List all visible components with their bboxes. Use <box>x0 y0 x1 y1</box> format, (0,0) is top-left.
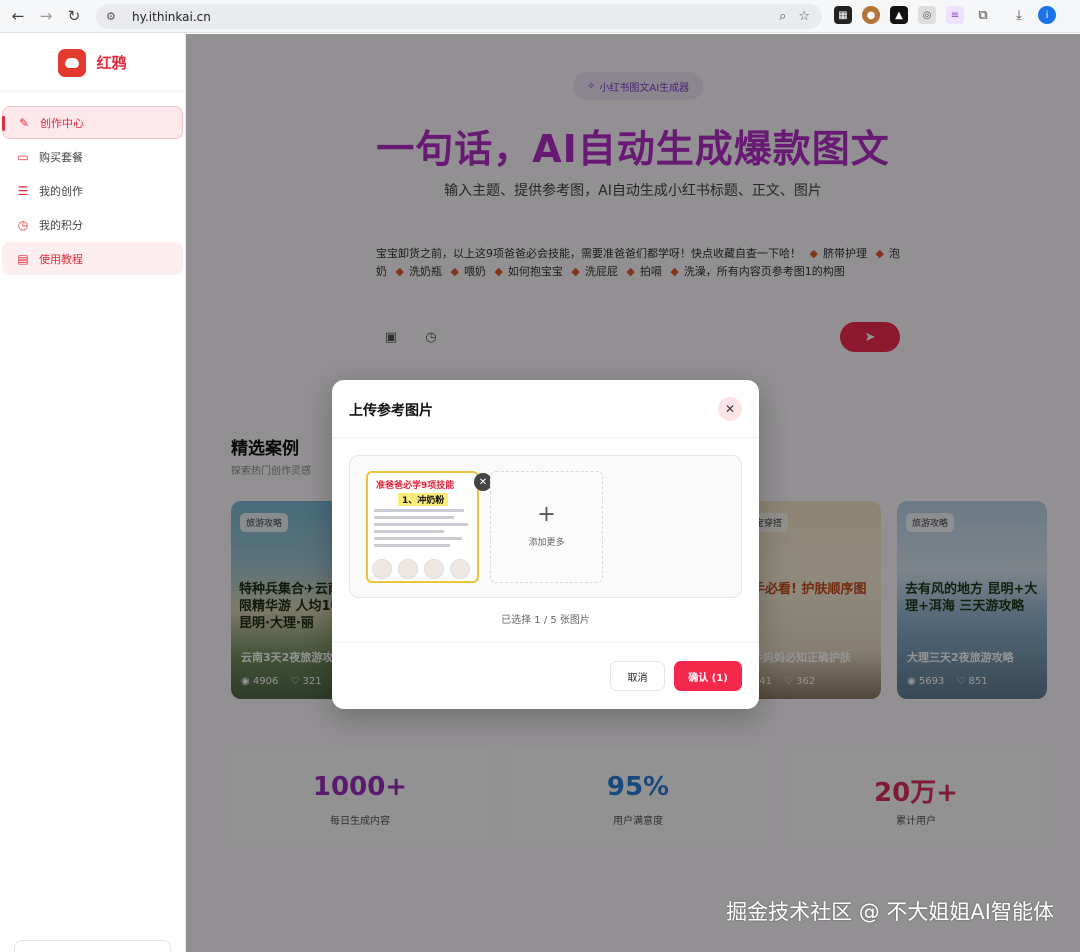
confirm-button[interactable]: 确认 (1) <box>674 661 742 691</box>
sidebar-item-my-creations[interactable]: ☰ 我的创作 <box>2 174 183 207</box>
url-text: hy.ithinkai.cn <box>132 9 211 24</box>
modal-title: 上传参考图片 <box>349 403 433 419</box>
thumbnail-title: 准爸爸必学9项技能 <box>376 481 455 491</box>
zoom-icon[interactable]: ⌕ <box>779 9 786 24</box>
browser-toolbar: ← → ↻ ⚙ hy.ithinkai.cn ⌕ ☆ ▦ ● ▲ ◎ ≡ ⧉ ⤓… <box>0 0 1080 33</box>
notes-extension-icon[interactable]: ≡ <box>946 6 964 24</box>
sidebar-footer-card[interactable] <box>14 940 171 952</box>
sidebar: 红鸦 ✎ 创作中心 ▭ 购买套餐 ☰ 我的创作 ◷ 我的积分 ▤ 使用教程 <box>0 34 186 952</box>
download-icon[interactable]: ⤓ <box>1010 6 1028 24</box>
reload-icon[interactable]: ↻ <box>60 2 88 30</box>
upload-reference-modal: 上传参考图片 ✕ 准爸爸必学9项技能 1、冲奶粉 ✕ + 添加更多 已选择 1 … <box>332 380 759 709</box>
arrow-extension-icon[interactable]: ▲ <box>890 6 908 24</box>
sidebar-item-tutorial[interactable]: ▤ 使用教程 <box>2 242 183 275</box>
clock-icon: ◷ <box>17 217 29 232</box>
thumbnail-text-line <box>374 509 464 512</box>
thumbnail-subtitle: 1、冲奶粉 <box>398 493 449 506</box>
card-icon: ▭ <box>17 149 29 164</box>
modal-header: 上传参考图片 ✕ <box>332 380 759 438</box>
sidebar-menu: ✎ 创作中心 ▭ 购买套餐 ☰ 我的创作 ◷ 我的积分 ▤ 使用教程 <box>0 92 185 275</box>
cookie-extension-icon[interactable]: ● <box>862 6 880 24</box>
thumbnail-text-line <box>374 523 468 526</box>
thumbnail-illustration <box>424 559 444 579</box>
thumbnail-text-line <box>374 530 444 533</box>
thumbnail-text-line <box>374 544 450 547</box>
sidebar-item-my-points[interactable]: ◷ 我的积分 <box>2 208 183 241</box>
extension-tabs-icon[interactable]: ▦ <box>834 6 852 24</box>
crow-logo-icon <box>58 48 87 77</box>
add-more-images-button[interactable]: + 添加更多 <box>490 471 603 583</box>
brand-logo-row[interactable]: 红鸦 <box>0 34 185 92</box>
thumbnail-illustration <box>398 559 418 579</box>
reference-image-thumbnail[interactable]: 准爸爸必学9项技能 1、冲奶粉 <box>366 471 479 583</box>
watermark-text: 掘金技术社区 @ 不大姐姐AI智能体 <box>726 900 1054 924</box>
sidebar-item-label: 我的创作 <box>39 184 83 198</box>
address-bar[interactable]: ⚙ hy.ithinkai.cn ⌕ ☆ <box>96 4 822 29</box>
profile-avatar[interactable]: i <box>1038 6 1056 24</box>
plus-icon: + <box>537 502 556 527</box>
thumbnail-illustration <box>450 559 470 579</box>
brand-name: 红鸦 <box>96 54 127 72</box>
thumbnail-illustration <box>372 559 392 579</box>
thumbnail-text-line <box>374 537 462 540</box>
site-settings-icon[interactable]: ⚙ <box>106 10 122 24</box>
list-icon: ☰ <box>17 183 29 198</box>
forward-icon[interactable]: → <box>32 2 60 30</box>
bookmark-star-icon[interactable]: ☆ <box>798 9 810 24</box>
sidebar-item-label: 使用教程 <box>39 252 83 266</box>
selected-count-text: 已选择 1 / 5 张图片 <box>501 615 590 626</box>
sidebar-item-label: 购买套餐 <box>39 150 83 164</box>
sidebar-item-label: 我的积分 <box>39 218 83 232</box>
camera-extension-icon[interactable]: ◎ <box>918 6 936 24</box>
sidebar-item-label: 创作中心 <box>40 116 84 130</box>
book-icon: ▤ <box>17 251 29 266</box>
pencil-icon: ✎ <box>18 115 30 130</box>
close-icon[interactable]: ✕ <box>718 397 742 421</box>
puzzle-extensions-icon[interactable]: ⧉ <box>974 6 992 24</box>
cancel-button[interactable]: 取消 <box>610 661 665 691</box>
sidebar-item-create-center[interactable]: ✎ 创作中心 <box>2 106 183 139</box>
image-drop-zone[interactable]: 准爸爸必学9项技能 1、冲奶粉 ✕ + 添加更多 <box>349 455 742 598</box>
back-icon[interactable]: ← <box>4 2 32 30</box>
modal-divider <box>332 642 759 643</box>
sidebar-item-buy-plan[interactable]: ▭ 购买套餐 <box>2 140 183 173</box>
add-more-label: 添加更多 <box>528 538 565 548</box>
extensions-area: ▦ ● ▲ ◎ ≡ ⧉ ⤓ i <box>834 6 1056 24</box>
thumbnail-text-line <box>374 516 454 519</box>
